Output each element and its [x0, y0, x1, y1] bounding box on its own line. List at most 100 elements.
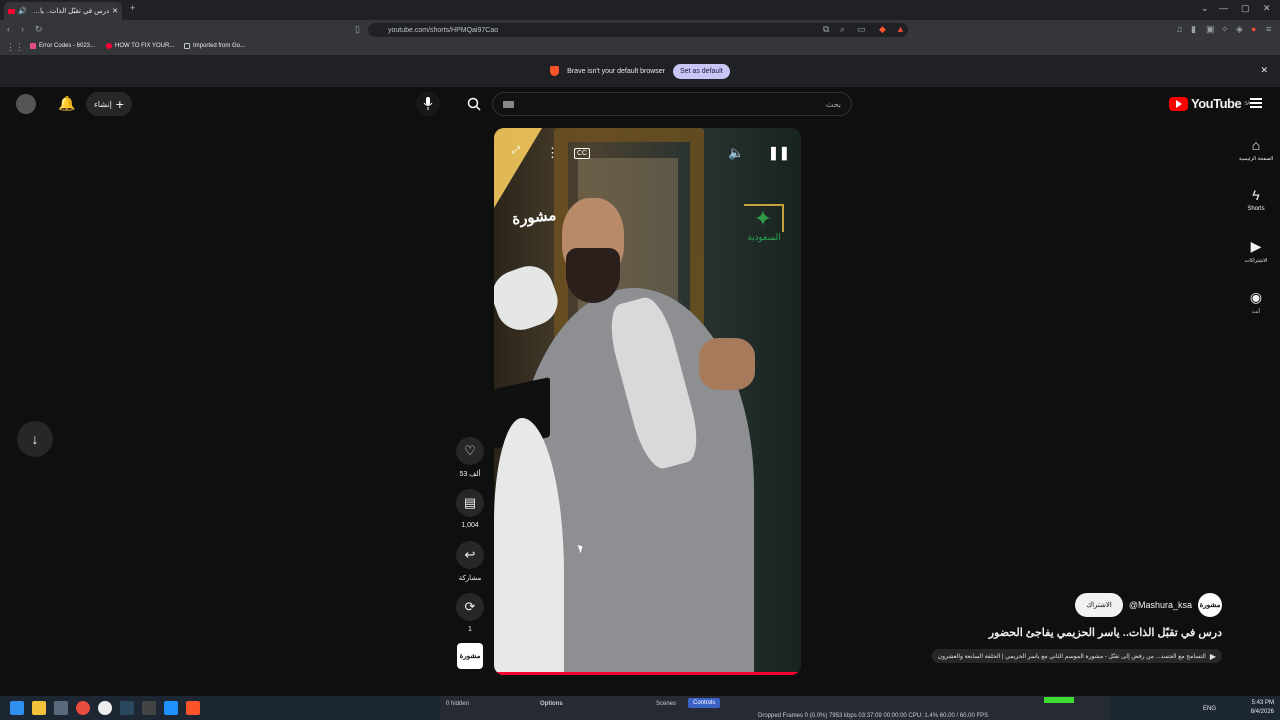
channel-avatar[interactable]: مشورة: [1198, 593, 1222, 617]
search-input[interactable]: بحث: [492, 92, 852, 116]
obs-scenes-tab[interactable]: Scenes: [656, 701, 676, 707]
comment-count: 1,004: [461, 522, 479, 529]
obs-options-button[interactable]: Options: [540, 701, 563, 707]
system-tray[interactable]: ENG 5:43 PM 8/4/2026: [1203, 699, 1274, 717]
volume-icon[interactable]: 🔈: [728, 145, 744, 161]
sidebar-item-subscriptions[interactable]: ▶ الاشتراكات: [1232, 238, 1280, 264]
share-action[interactable]: ↩ مشاركة: [455, 541, 485, 582]
youtube-logo[interactable]: YouTube SA: [1169, 96, 1250, 111]
profile-icon[interactable]: ●: [1251, 24, 1256, 34]
maximize-button[interactable]: ▢: [1241, 3, 1250, 14]
channel-watermark: مشورة: [511, 206, 558, 229]
sidebar-icon[interactable]: ▮: [1191, 24, 1196, 35]
channel-handle[interactable]: @Mashura_ksa: [1129, 600, 1192, 610]
share-icon[interactable]: ↩: [456, 541, 484, 569]
audio-icon[interactable]: 🔊: [18, 7, 27, 15]
next-short-button[interactable]: ↓: [17, 421, 53, 457]
remix-icon[interactable]: ⟳: [456, 593, 484, 621]
sidebar-label: الصفحة الرئيسية: [1238, 156, 1274, 162]
vpn-icon[interactable]: ◈: [1236, 24, 1243, 35]
tab-list-icon[interactable]: ⌄: [1201, 3, 1209, 14]
media-icon[interactable]: ♫: [1176, 24, 1183, 34]
sidebar-label: Shorts: [1247, 206, 1265, 212]
wallet-icon[interactable]: ▣: [1206, 24, 1215, 35]
create-button[interactable]: إنشاء +: [86, 92, 132, 116]
chrome-icon[interactable]: [76, 701, 90, 715]
bookmark-folder[interactable]: Imported from Go...: [184, 43, 245, 49]
bookmark-item[interactable]: HOW TO FIX YOUR...: [106, 43, 174, 49]
url-text: youtube.com/shorts/HPMQai97Cao: [388, 26, 499, 34]
keyboard-icon[interactable]: [503, 101, 514, 108]
terminal-icon[interactable]: [142, 701, 156, 715]
zoom-icon[interactable]: ⌕: [840, 24, 845, 35]
brave-icon[interactable]: [186, 701, 200, 715]
minimize-button[interactable]: —: [1219, 3, 1228, 13]
pause-icon[interactable]: ❚❚: [768, 145, 790, 161]
comment-action[interactable]: ▤ 1,004: [455, 489, 485, 529]
sidebar-item-shorts[interactable]: ϟ Shorts: [1232, 187, 1280, 212]
extensions-icon[interactable]: ✧: [1221, 24, 1229, 35]
more-options-icon[interactable]: ⋮: [546, 145, 559, 161]
back-icon[interactable]: ‹: [7, 24, 10, 34]
palm-emblem-icon: ✦: [744, 204, 784, 232]
youtube-page: 🔔 إنشاء + بحث YouTube SA ⌂ الصفحة الرئيس…: [0, 87, 1280, 696]
forward-icon[interactable]: ›: [21, 24, 24, 34]
apps-grid-icon[interactable]: ⋮⋮: [6, 42, 24, 53]
audio-meter: [1044, 697, 1074, 703]
close-window-button[interactable]: ✕: [1263, 3, 1271, 14]
sound-channel-thumbnail[interactable]: مشورة: [457, 643, 483, 669]
search-icon: [467, 97, 481, 111]
app-icon[interactable]: [164, 701, 178, 715]
browser-tab[interactable]: 🔊 درس في تقبّل الذات.. ياسر الحز ✕: [4, 2, 122, 20]
related-video-chip[interactable]: ▶ التسامح مع الجسد... من رفض إلى تقبّل -…: [931, 649, 1222, 663]
sidebar-item-you[interactable]: ◉ أنت: [1232, 289, 1280, 315]
speaker-beard: [566, 248, 620, 303]
sidebar-item-home[interactable]: ⌂ الصفحة الرئيسية: [1232, 137, 1280, 162]
channel-row: الاشتراك @Mashura_ksa مشورة: [1075, 593, 1222, 617]
obs-controls-tab[interactable]: Controls: [688, 698, 721, 708]
start-icon[interactable]: [10, 701, 24, 715]
cast-icon[interactable]: ▭: [857, 24, 866, 35]
shorts-icon: ϟ: [1252, 187, 1260, 203]
clock-date[interactable]: 8/4/2026: [1251, 708, 1274, 717]
file-explorer-icon[interactable]: [32, 701, 46, 715]
brave-rewards-icon[interactable]: ▲: [896, 24, 905, 34]
language-indicator[interactable]: ENG: [1203, 705, 1216, 714]
expand-icon[interactable]: ⤢: [512, 145, 520, 156]
brave-shields-icon[interactable]: ◆: [879, 24, 886, 35]
voice-search-button[interactable]: [416, 92, 440, 116]
menu-icon[interactable]: ≡: [1266, 24, 1271, 34]
like-icon[interactable]: ♡: [456, 437, 484, 465]
video-progress-bar[interactable]: [494, 672, 801, 675]
close-tab-icon[interactable]: ✕: [112, 7, 118, 15]
account-avatar[interactable]: [16, 94, 36, 114]
new-tab-button[interactable]: +: [130, 3, 135, 13]
steam-icon[interactable]: [120, 701, 134, 715]
comment-icon[interactable]: ▤: [456, 489, 484, 517]
search-button[interactable]: [462, 92, 486, 116]
youtube-favicon-icon: [106, 43, 112, 49]
remix-action[interactable]: ⟳ 1: [455, 593, 485, 633]
saudi-logo-text: السعودية: [747, 232, 781, 242]
subscribe-button[interactable]: الاشتراك: [1075, 593, 1123, 617]
video-title[interactable]: درس في تقبّل الذات.. ياسر الحزيمي يفاجئ …: [989, 626, 1222, 639]
app-icon[interactable]: [54, 701, 68, 715]
translate-icon[interactable]: ⧉: [823, 24, 829, 35]
logo-text: YouTube: [1191, 96, 1242, 111]
like-action[interactable]: ♡ 53 ألف: [455, 437, 485, 478]
create-label: إنشاء: [94, 99, 112, 109]
bookmark-page-icon[interactable]: ▯: [355, 24, 360, 35]
youtube-play-icon: [1169, 96, 1188, 111]
guide-menu-icon[interactable]: [1250, 98, 1262, 108]
home-icon: ⌂: [1251, 137, 1261, 153]
set-default-button[interactable]: Set as default: [673, 63, 730, 79]
close-infobar-icon[interactable]: ✕: [1260, 65, 1268, 76]
bookmark-item[interactable]: Error Codes - 6023...: [30, 43, 95, 49]
captions-icon[interactable]: CC: [574, 148, 591, 159]
obs-icon[interactable]: [98, 701, 112, 715]
notifications-icon[interactable]: 🔔: [58, 95, 75, 112]
clock-time[interactable]: 5:43 PM: [1251, 699, 1274, 708]
reload-icon[interactable]: ↻: [35, 24, 43, 35]
shorts-video-player[interactable]: مشورة ✦ السعودية ⤢ ⋮ CC 🔈 ❚❚: [494, 128, 801, 675]
saudi-tv-logo: ✦ السعودية: [744, 204, 784, 254]
